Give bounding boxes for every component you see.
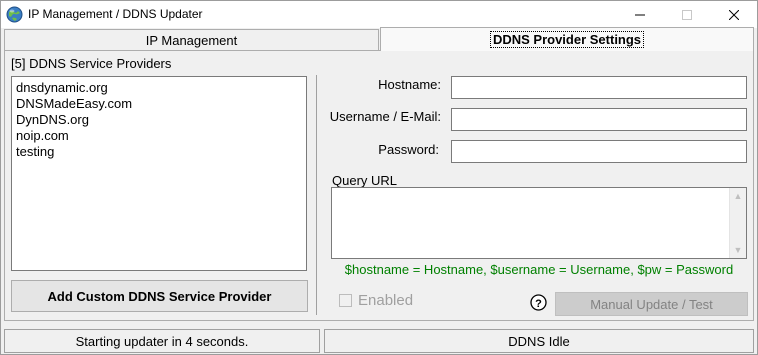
enabled-checkbox-row[interactable]: Enabled <box>339 292 413 309</box>
tab-label: IP Management <box>145 32 238 48</box>
close-icon <box>729 9 739 20</box>
list-item[interactable]: testing <box>15 144 303 160</box>
close-button[interactable] <box>711 1 757 28</box>
question-icon[interactable]: ? <box>530 294 547 311</box>
status-updater: Starting updater in 4 seconds. <box>4 329 320 353</box>
minimize-button[interactable] <box>617 1 663 28</box>
providers-label: [5] DDNS Service Providers <box>11 56 172 71</box>
list-item[interactable]: DNSMadeEasy.com <box>15 96 303 112</box>
tab-ddns-provider-settings[interactable]: DDNS Provider Settings <box>380 27 754 51</box>
scroll-down-icon[interactable]: ▼ <box>730 242 746 258</box>
title-bar: IP Management / DDNS Updater <box>1 1 757 28</box>
list-item[interactable]: dnsdynamic.org <box>15 80 303 96</box>
tab-ip-management[interactable]: IP Management <box>4 29 379 50</box>
tab-divider <box>4 50 380 51</box>
hostname-field[interactable] <box>451 76 747 99</box>
status-ddns: DDNS Idle <box>324 329 754 353</box>
query-url-hint: $hostname = Hostname, $username = Userna… <box>344 262 734 277</box>
provider-list[interactable]: dnsdynamic.org DNSMadeEasy.com DynDNS.or… <box>11 76 307 271</box>
manual-update-test-button[interactable]: Manual Update / Test <box>555 292 748 316</box>
scrollbar[interactable]: ▲ ▼ <box>729 188 746 258</box>
minimize-icon <box>635 14 645 15</box>
maximize-icon <box>682 9 692 20</box>
enabled-checkbox[interactable] <box>339 294 352 307</box>
maximize-button[interactable] <box>664 1 710 28</box>
add-custom-provider-button[interactable]: Add Custom DDNS Service Provider <box>11 280 308 312</box>
tab-label: DDNS Provider Settings <box>489 31 645 48</box>
username-field[interactable] <box>451 108 747 131</box>
enabled-label: Enabled <box>358 292 414 309</box>
scroll-up-icon[interactable]: ▲ <box>730 188 746 204</box>
query-url-textarea[interactable]: ▲ ▼ <box>331 187 747 259</box>
password-label: Password: <box>378 142 439 157</box>
vertical-divider <box>316 75 317 315</box>
app-window: IP Management / DDNS Updater IP Manageme… <box>0 0 758 355</box>
status-bar: Starting updater in 4 seconds. DDNS Idle <box>1 326 757 354</box>
username-label: Username / E-Mail: <box>329 109 441 124</box>
globe-icon <box>6 6 23 23</box>
svg-text:?: ? <box>535 298 542 310</box>
query-url-label: Query URL <box>332 173 398 188</box>
list-item[interactable]: noip.com <box>15 128 303 144</box>
hostname-label: Hostname: <box>378 77 441 92</box>
list-item[interactable]: DynDNS.org <box>15 112 303 128</box>
window-title: IP Management / DDNS Updater <box>28 7 203 21</box>
password-field[interactable] <box>451 140 747 163</box>
